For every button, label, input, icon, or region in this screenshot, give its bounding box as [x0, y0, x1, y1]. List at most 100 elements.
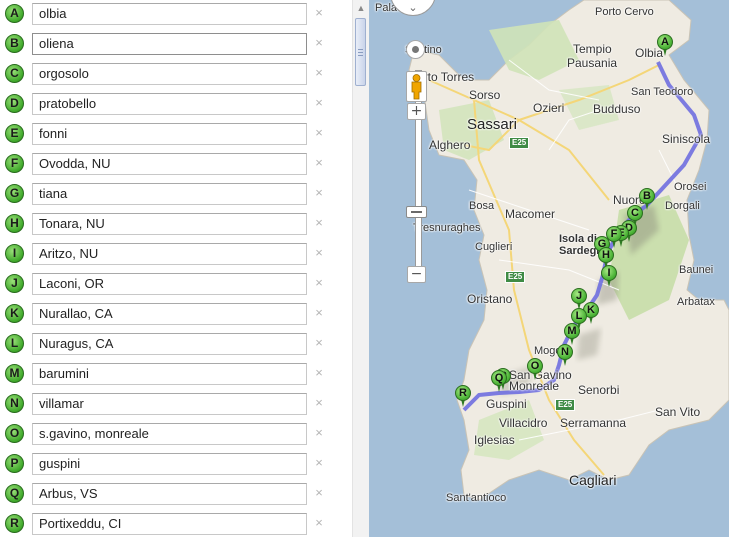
map-place-label: Senorbi	[578, 383, 620, 397]
route-pin-marker-icon[interactable]: N	[557, 344, 573, 366]
waypoint-input[interactable]: s.gavino, monreale	[32, 423, 307, 445]
route-pin-label: L	[571, 308, 587, 324]
map-place-label: Oristano	[467, 292, 513, 306]
route-pin-marker-icon[interactable]: I	[601, 265, 617, 287]
waypoint-input[interactable]: villamar	[32, 393, 307, 415]
waypoint-input[interactable]: pratobello	[32, 93, 307, 115]
waypoint-input[interactable]: orgosolo	[32, 63, 307, 85]
remove-waypoint-icon[interactable]: ×	[313, 156, 325, 170]
waypoint-row: Nvillamar ×	[0, 390, 352, 420]
waypoint-marker-icon[interactable]: F	[5, 154, 24, 173]
remove-waypoint-icon[interactable]: ×	[313, 426, 325, 440]
waypoint-marker-icon[interactable]: D	[5, 94, 24, 113]
waypoint-input[interactable]: oliena	[32, 33, 307, 55]
waypoint-input[interactable]: guspini	[32, 453, 307, 475]
route-pin-label: A	[657, 34, 673, 50]
map-place-label: Macomer	[505, 207, 556, 221]
map-place-label: Sorso	[469, 88, 501, 102]
map-place-label: Ozieri	[533, 101, 565, 115]
route-pin-marker-icon[interactable]: Q	[491, 370, 507, 392]
remove-waypoint-icon[interactable]: ×	[313, 66, 325, 80]
map-place-label: Tresnuraghes	[413, 222, 481, 234]
waypoint-marker-icon[interactable]: B	[5, 34, 24, 53]
waypoint-row: H Tonara, NU ×	[0, 210, 352, 240]
highway-shield: E25	[505, 271, 526, 283]
remove-waypoint-icon[interactable]: ×	[313, 96, 325, 110]
waypoint-input[interactable]: Laconi, OR	[32, 273, 307, 295]
waypoint-row: J Laconi, OR ×	[0, 270, 352, 300]
remove-waypoint-icon[interactable]: ×	[313, 306, 325, 320]
map-place-label: Serramanna	[560, 416, 627, 430]
waypoint-marker-icon[interactable]: I	[5, 244, 24, 263]
remove-waypoint-icon[interactable]: ×	[313, 336, 325, 350]
waypoint-input[interactable]: Nurallao, CA	[32, 303, 307, 325]
waypoint-input[interactable]: Nuragus, CA	[32, 333, 307, 355]
waypoint-input[interactable]: Ovodda, NU	[32, 153, 307, 175]
map-view[interactable]: PalauPorto CervoStintinoTempioPausaniaOl…	[369, 0, 729, 537]
remove-waypoint-icon[interactable]: ×	[313, 246, 325, 260]
scroll-thumb[interactable]	[355, 18, 366, 86]
waypoint-marker-icon[interactable]: P	[5, 454, 24, 473]
scroll-up-arrow-icon[interactable]: ▲	[353, 0, 369, 16]
waypoint-marker-icon[interactable]: J	[5, 274, 24, 293]
waypoint-marker-icon[interactable]: N	[5, 394, 24, 413]
street-view-pegman-icon[interactable]	[406, 71, 427, 102]
route-pin-marker-icon[interactable]: R	[455, 385, 471, 407]
waypoint-marker-icon[interactable]: H	[5, 214, 24, 233]
waypoint-marker-icon[interactable]: L	[5, 334, 24, 353]
remove-waypoint-icon[interactable]: ×	[313, 516, 325, 530]
waypoint-marker-icon[interactable]: K	[5, 304, 24, 323]
panel-scrollbar[interactable]: ▲	[352, 0, 369, 537]
waypoint-marker-icon[interactable]: Q	[5, 484, 24, 503]
waypoint-marker-icon[interactable]: C	[5, 64, 24, 83]
zoom-in-button[interactable]: +	[407, 103, 426, 120]
pan-control[interactable]	[406, 40, 425, 59]
map-place-label: San Vito	[655, 405, 701, 419]
map-place-label: Monreale	[509, 379, 560, 393]
waypoint-input[interactable]: Arbus, VS	[32, 483, 307, 505]
remove-waypoint-icon[interactable]: ×	[313, 486, 325, 500]
waypoint-input[interactable]: olbia	[32, 3, 307, 25]
remove-waypoint-icon[interactable]: ×	[313, 186, 325, 200]
waypoint-input[interactable]: Portixeddu, CI	[32, 513, 307, 535]
waypoint-input[interactable]: Tonara, NU	[32, 213, 307, 235]
highway-shield: E25	[555, 399, 576, 411]
remove-waypoint-icon[interactable]: ×	[313, 396, 325, 410]
remove-waypoint-icon[interactable]: ×	[313, 366, 325, 380]
waypoint-input[interactable]: Aritzo, NU	[32, 243, 307, 265]
waypoint-marker-icon[interactable]: O	[5, 424, 24, 443]
route-pin-marker-icon[interactable]: A	[657, 34, 673, 56]
zoom-out-button[interactable]: −	[407, 266, 426, 283]
waypoint-marker-icon[interactable]: M	[5, 364, 24, 383]
route-pin-label: B	[639, 188, 655, 204]
remove-waypoint-icon[interactable]: ×	[313, 126, 325, 140]
waypoint-marker-icon[interactable]: G	[5, 184, 24, 203]
waypoint-input[interactable]: tiana	[32, 183, 307, 205]
remove-waypoint-icon[interactable]: ×	[313, 6, 325, 20]
route-pin-label: H	[598, 247, 614, 263]
remove-waypoint-icon[interactable]: ×	[313, 216, 325, 230]
waypoint-row: Pguspini ×	[0, 450, 352, 480]
zoom-slider-handle[interactable]	[406, 206, 427, 218]
map-place-label: San Teodoro	[631, 86, 694, 98]
route-pin-label: R	[455, 385, 471, 401]
waypoint-input[interactable]: barumini	[32, 363, 307, 385]
remove-waypoint-icon[interactable]: ×	[313, 36, 325, 50]
remove-waypoint-icon[interactable]: ×	[313, 456, 325, 470]
waypoint-panel: Aolbia × Boliena × Corgosolo × Dpratobello × Efo…	[0, 0, 352, 537]
waypoint-marker-icon[interactable]: A	[5, 4, 24, 23]
waypoint-row: Boliena ×	[0, 30, 352, 60]
remove-waypoint-icon[interactable]: ×	[313, 276, 325, 290]
route-pin-label: C	[627, 205, 643, 221]
map-place-label: Cuglieri	[475, 241, 513, 253]
waypoint-input[interactable]: fonni	[32, 123, 307, 145]
route-pin-marker-icon[interactable]: M	[564, 323, 580, 345]
route-pin-marker-icon[interactable]: O	[527, 358, 543, 380]
waypoint-row: Aolbia ×	[0, 0, 352, 30]
route-pin-label: Q	[491, 370, 507, 386]
chevron-down-icon: ⌄	[408, 2, 418, 14]
waypoint-marker-icon[interactable]: E	[5, 124, 24, 143]
collapse-control[interactable]: ⌄	[390, 0, 436, 16]
waypoint-marker-icon[interactable]: R	[5, 514, 24, 533]
map-place-label: Siniscola	[662, 132, 711, 146]
